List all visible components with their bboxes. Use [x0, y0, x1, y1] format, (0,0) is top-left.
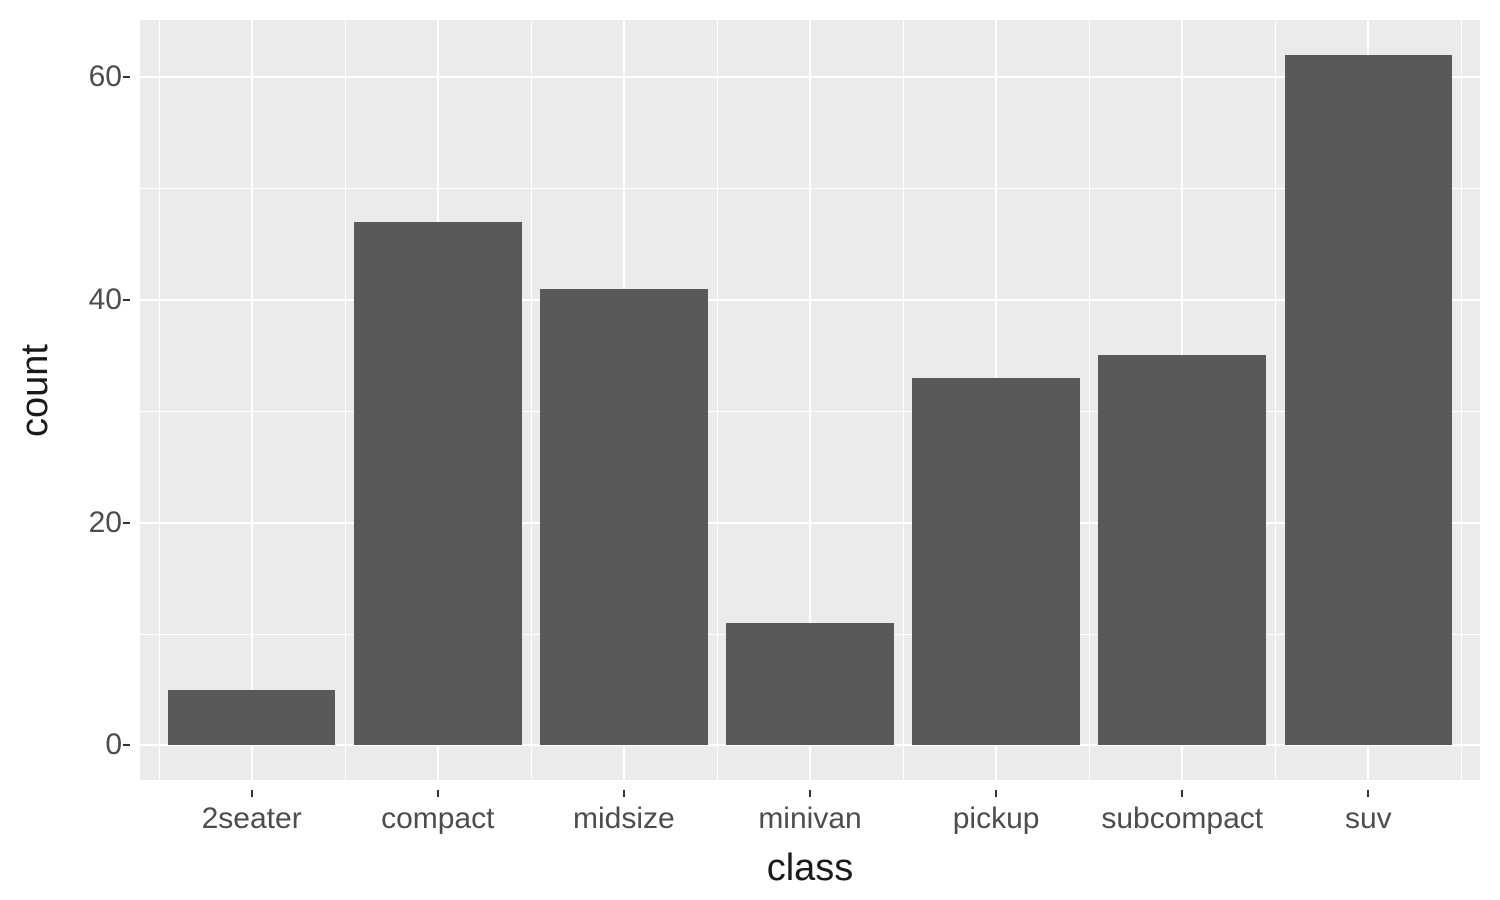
- y-axis-title-text: count: [14, 344, 57, 437]
- x-tick-label: 2seater: [202, 802, 302, 836]
- y-axis-ticks: 0 20 40 60: [60, 20, 130, 780]
- y-tick-label: 0: [62, 728, 122, 762]
- bar-2seater: [168, 690, 336, 746]
- x-tick-mark: [437, 790, 439, 797]
- bar-midsize: [540, 289, 708, 746]
- x-tick-label: pickup: [953, 802, 1040, 836]
- bar-pickup: [912, 378, 1080, 746]
- chart-container: count 0 20 40 60 2seater compact midsize miniv…: [0, 0, 1500, 900]
- x-tick-label: compact: [381, 802, 494, 836]
- y-tick-label: 40: [62, 283, 122, 317]
- y-tick-label: 20: [62, 506, 122, 540]
- x-tick-mark: [251, 790, 253, 797]
- bar-minivan: [726, 623, 894, 746]
- x-tick-label: midsize: [573, 802, 675, 836]
- bar-suv: [1285, 55, 1453, 746]
- bars-layer: [140, 20, 1480, 780]
- x-tick-label: minivan: [758, 802, 861, 836]
- plot-panel: [140, 20, 1480, 780]
- y-tick-mark: [123, 299, 130, 301]
- x-tick-mark: [995, 790, 997, 797]
- bar-subcompact: [1098, 355, 1266, 745]
- x-tick-mark: [1181, 790, 1183, 797]
- x-tick-mark: [623, 790, 625, 797]
- y-tick-label: 60: [62, 60, 122, 94]
- x-axis-title: class: [140, 847, 1480, 890]
- x-tick-label: suv: [1345, 802, 1392, 836]
- x-tick-mark: [1367, 790, 1369, 797]
- y-tick-mark: [123, 76, 130, 78]
- x-tick-label: subcompact: [1101, 802, 1263, 836]
- y-axis-title: count: [10, 0, 60, 780]
- y-tick-mark: [123, 744, 130, 746]
- x-axis-ticks: 2seater compact midsize minivan pickup subcom…: [140, 790, 1480, 840]
- x-tick-mark: [809, 790, 811, 797]
- bar-compact: [354, 222, 522, 746]
- y-tick-mark: [123, 522, 130, 524]
